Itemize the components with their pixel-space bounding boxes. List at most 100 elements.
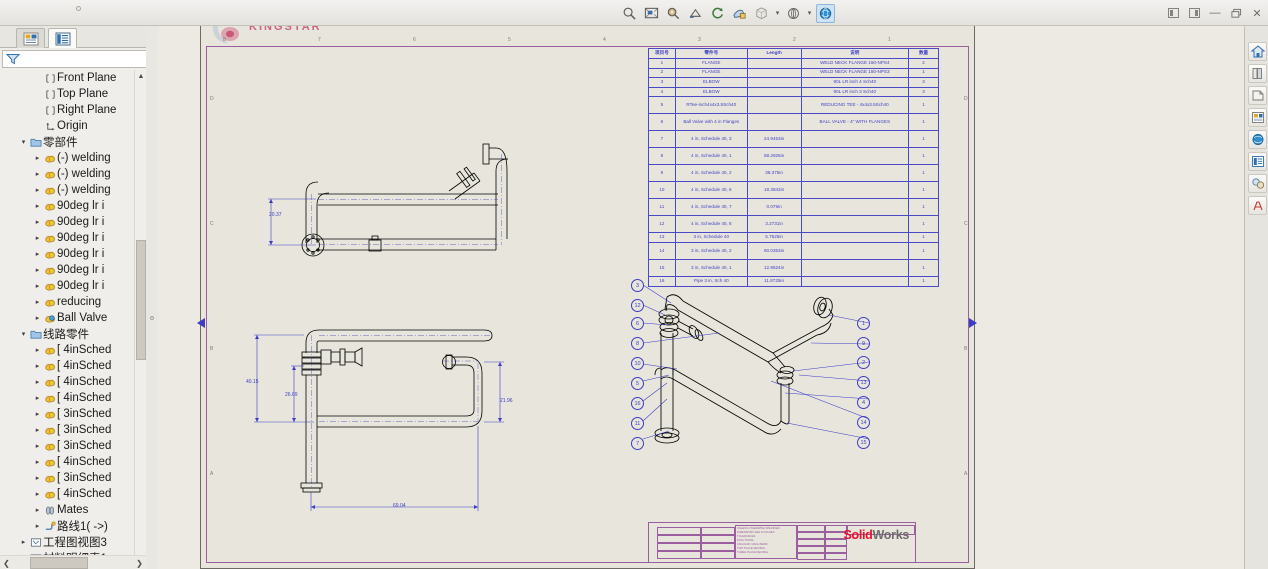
feature-manager-tab[interactable]: [16, 28, 45, 48]
previous-view-icon[interactable]: [686, 4, 705, 23]
display-style-icon[interactable]: [784, 4, 803, 23]
rotate-view-icon[interactable]: [708, 4, 727, 23]
zoom-to-fit-icon[interactable]: [642, 4, 661, 23]
tree-item[interactable]: ▸[ 4inSched: [0, 454, 146, 470]
dock-left-button[interactable]: [1166, 6, 1180, 20]
bom-row[interactable]: 5RTee-inch4x4x3.5Sch40REDUCING TEE - 4x4…: [649, 97, 939, 114]
section-view-icon[interactable]: [730, 4, 749, 23]
balloon-9[interactable]: 9: [857, 337, 870, 350]
hscroll-thumb[interactable]: [30, 557, 88, 569]
tree-item[interactable]: ▸[ 3inSched: [0, 470, 146, 486]
tree-item[interactable]: ▸90deg lr i: [0, 262, 146, 278]
tree-item[interactable]: ▸Ball Valve: [0, 310, 146, 326]
graphics-area[interactable]: KST 鑫辰科技 KINGSTAR 87654321DDCCBBAA 项目号零件…: [158, 26, 1244, 569]
feature-tree[interactable]: Front PlaneTop PlaneRight PlaneOrigin▾零部…: [0, 70, 146, 565]
bill-of-materials-table[interactable]: 项目号零件号Length说明数量1FLANGEWELD NECK FLANGE …: [648, 48, 939, 287]
tree-expand-arrow[interactable]: ▸: [32, 170, 43, 178]
tree-vertical-scrollbar[interactable]: ▲ ▼: [134, 70, 146, 565]
tree-item[interactable]: ▸路线1( ->): [0, 518, 146, 534]
bom-row[interactable]: 1FLANGEWELD NECK FLANGE 150-NPS42: [649, 59, 939, 69]
bom-row[interactable]: 124 in, Schedule 40, 83.2731in1: [649, 216, 939, 233]
apply-scene-icon[interactable]: [816, 4, 835, 23]
tree-item[interactable]: ▸90deg lr i: [0, 214, 146, 230]
tree-item[interactable]: ▸[ 3inSched: [0, 406, 146, 422]
tree-expand-arrow[interactable]: ▸: [32, 298, 43, 306]
tree-expand-arrow[interactable]: ▸: [32, 234, 43, 242]
scroll-left-arrow[interactable]: ❮: [0, 556, 13, 569]
tree-expand-arrow[interactable]: ▸: [32, 154, 43, 162]
scroll-thumb[interactable]: [136, 240, 146, 360]
balloon-16[interactable]: 16: [631, 397, 644, 410]
balloon-2[interactable]: 2: [857, 356, 870, 369]
tree-expand-arrow[interactable]: ▸: [32, 474, 43, 482]
tree-expand-arrow[interactable]: ▾: [18, 138, 29, 146]
tree-item[interactable]: ▸[ 4inSched: [0, 358, 146, 374]
balloon-12[interactable]: 12: [631, 299, 644, 312]
tree-item[interactable]: ▸[ 3inSched: [0, 438, 146, 454]
isometric-view-drawing[interactable]: [621, 271, 891, 461]
view-orientation-dropdown-arrow[interactable]: ▾: [774, 9, 781, 17]
balloon-6[interactable]: 6: [631, 317, 644, 330]
balloon-7[interactable]: 7: [631, 437, 644, 450]
tree-expand-arrow[interactable]: ▸: [18, 538, 29, 546]
tree-item[interactable]: ▸90deg lr i: [0, 278, 146, 294]
tree-expand-arrow[interactable]: ▸: [32, 266, 43, 274]
solidworks-resources-icon[interactable]: [1248, 42, 1267, 61]
tree-item[interactable]: Top Plane: [0, 86, 146, 102]
bom-row[interactable]: 94 in, Schedule 40, 238.375in1: [649, 165, 939, 182]
custom-properties-icon[interactable]: [1248, 152, 1267, 171]
tree-expand-arrow[interactable]: ▸: [32, 458, 43, 466]
tree-item[interactable]: ▸[ 4inSched: [0, 342, 146, 358]
tree-item[interactable]: ▾线路零件: [0, 326, 146, 342]
tree-item[interactable]: ▸Mates: [0, 502, 146, 518]
tree-expand-arrow[interactable]: ▸: [32, 490, 43, 498]
view-palette-icon[interactable]: [1248, 108, 1267, 127]
tree-item[interactable]: Front Plane: [0, 70, 146, 86]
bom-row[interactable]: 4ELBOW90L LR inch 3 Sch403: [649, 87, 939, 97]
balloon-5[interactable]: 5: [631, 377, 644, 390]
balloon-1[interactable]: 1: [857, 317, 870, 330]
balloon-15[interactable]: 15: [857, 436, 870, 449]
top-view-drawing[interactable]: [246, 121, 526, 261]
tree-expand-arrow[interactable]: ▸: [32, 426, 43, 434]
tree-horizontal-scrollbar[interactable]: ❮ ❯: [0, 555, 146, 569]
balloon-8[interactable]: 8: [631, 337, 644, 350]
display-style-dropdown-arrow[interactable]: ▾: [806, 9, 813, 17]
balloon-3[interactable]: 3: [631, 279, 644, 292]
tree-expand-arrow[interactable]: ▸: [32, 394, 43, 402]
tree-item[interactable]: ▸(-) welding: [0, 166, 146, 182]
tree-item[interactable]: ▸90deg lr i: [0, 230, 146, 246]
tree-item[interactable]: ▸[ 3inSched: [0, 422, 146, 438]
drawing-sheet[interactable]: KST 鑫辰科技 KINGSTAR 87654321DDCCBBAA 项目号零件…: [200, 26, 975, 569]
file-explorer-icon[interactable]: [1248, 86, 1267, 105]
bom-row[interactable]: 133 in, Schedule 405.7525in1: [649, 233, 939, 243]
balloon-4[interactable]: 4: [857, 396, 870, 409]
bom-row[interactable]: 143 in, Schedule 40, 260.0353in1: [649, 242, 939, 259]
restore-button[interactable]: [1229, 6, 1243, 20]
tree-expand-arrow[interactable]: ▸: [32, 362, 43, 370]
tree-item[interactable]: ▸90deg lr i: [0, 246, 146, 262]
next-sheet-arrow[interactable]: [969, 318, 977, 328]
tree-item[interactable]: ▸reducing: [0, 294, 146, 310]
previous-sheet-arrow[interactable]: [197, 318, 205, 328]
tree-item[interactable]: ▸(-) welding: [0, 182, 146, 198]
tree-item[interactable]: ▸[ 4inSched: [0, 486, 146, 502]
balloon-10[interactable]: 10: [631, 357, 644, 370]
zoom-in-out-icon[interactable]: [620, 4, 639, 23]
bom-row[interactable]: 74 in, Schedule 40, 324.9453in1: [649, 131, 939, 148]
scroll-right-arrow[interactable]: ❯: [133, 556, 146, 569]
tree-item[interactable]: ▸[ 4inSched: [0, 374, 146, 390]
view-orientation-icon[interactable]: [752, 4, 771, 23]
tree-expand-arrow[interactable]: ▸: [32, 250, 43, 258]
balloon-14[interactable]: 14: [857, 416, 870, 429]
tree-filter-input[interactable]: [2, 50, 154, 68]
bom-row[interactable]: 2FLANGEWELD NECK FLANGE 150-NPS31: [649, 68, 939, 78]
tree-item[interactable]: Origin: [0, 118, 146, 134]
drawing-resources-icon[interactable]: [1248, 196, 1267, 215]
tree-item[interactable]: ▸(-) welding: [0, 150, 146, 166]
property-manager-tab[interactable]: [48, 28, 77, 48]
tree-expand-arrow[interactable]: ▸: [32, 186, 43, 194]
tree-item[interactable]: Right Plane: [0, 102, 146, 118]
tree-item[interactable]: ▸90deg lr i: [0, 198, 146, 214]
tree-item[interactable]: ▾零部件: [0, 134, 146, 150]
